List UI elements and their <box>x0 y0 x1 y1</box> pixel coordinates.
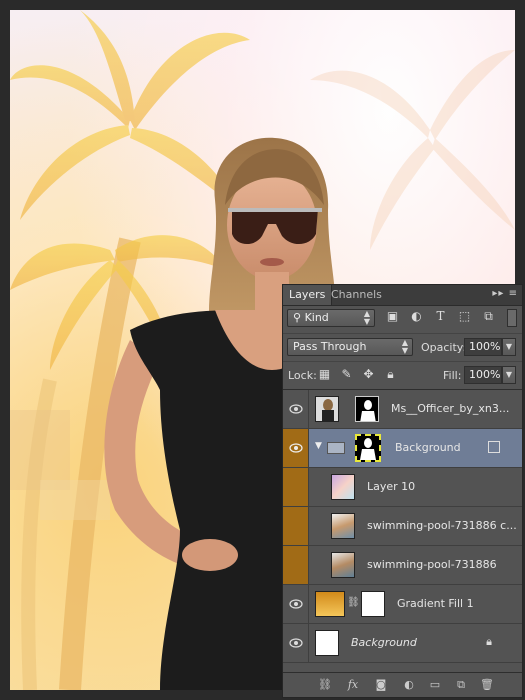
chevron-updown-icon: ▲ ▼ <box>401 338 408 355</box>
layer-thumbnail[interactable] <box>315 630 339 656</box>
layers-panel: Layers Channels ▸▸ ≡ ⚲ Kind ▲ ▼ ▣ ◐ T ⬚ ⧉… <box>282 284 523 698</box>
pixel-filter-icon[interactable]: ▣ <box>385 309 400 323</box>
layer-name: Gradient Fill 1 <box>397 597 474 610</box>
smartobject-filter-icon[interactable]: ⧉ <box>481 309 496 323</box>
link-layers-icon[interactable]: ⛓ <box>317 677 333 693</box>
add-mask-icon[interactable]: ◙ <box>373 677 389 693</box>
layer-thumbnail[interactable] <box>331 474 355 500</box>
new-layer-icon[interactable]: ⧉ <box>453 677 469 693</box>
lock-row: Lock: ▦ ✎ ✥ 🔒︎ Fill: 100% ▼ <box>283 361 522 388</box>
filter-toggle[interactable] <box>507 309 517 327</box>
fill-field[interactable]: 100% <box>464 366 502 384</box>
layer-row[interactable]: ⛓ Gradient Fill 1 <box>283 585 522 624</box>
layer-name: swimming-pool-731886 c... <box>367 519 517 532</box>
opacity-field[interactable]: 100% <box>464 338 502 356</box>
layer-row[interactable]: ▼ Background <box>283 429 522 468</box>
filter-kind-label: Kind <box>304 311 329 324</box>
layer-row[interactable]: swimming-pool-731886 <box>283 546 522 585</box>
layer-row[interactable]: Ms__Officer_by_xn3... <box>283 390 522 429</box>
visibility-toggle[interactable] <box>283 390 309 428</box>
disclosure-triangle-icon[interactable]: ▼ <box>315 441 322 451</box>
layer-name: Background <box>395 441 461 454</box>
eye-icon <box>289 443 303 453</box>
tab-channels[interactable]: Channels <box>325 285 388 305</box>
lock-pixels-icon[interactable]: ✎ <box>339 367 354 381</box>
panel-tab-bar: Layers Channels ▸▸ ≡ <box>283 285 522 306</box>
layer-name: Layer 10 <box>367 480 416 493</box>
layer-thumbnail[interactable] <box>331 552 355 578</box>
eye-icon <box>289 638 303 648</box>
blend-row: Pass Through ▲ ▼ Opacity: 100% ▼ <box>283 333 522 360</box>
smart-object-icon <box>488 441 500 453</box>
layer-mask-thumbnail[interactable] <box>355 434 381 462</box>
adjustment-layer-icon[interactable]: ◐ <box>401 677 417 693</box>
link-icon: ⛓ <box>347 597 360 608</box>
folder-icon <box>327 442 345 454</box>
layer-name: swimming-pool-731886 <box>367 558 497 571</box>
blend-mode-dropdown[interactable]: Pass Through ▲ ▼ <box>287 338 413 356</box>
chevron-updown-icon: ▲ ▼ <box>363 309 370 326</box>
eye-icon <box>289 404 303 414</box>
layer-row[interactable]: Layer 10 <box>283 468 522 507</box>
filter-row: ⚲ Kind ▲ ▼ ▣ ◐ T ⬚ ⧉ <box>283 305 522 331</box>
filter-kind-dropdown[interactable]: ⚲ Kind ▲ ▼ <box>287 309 375 327</box>
layer-thumbnail[interactable] <box>315 396 339 422</box>
lock-icon: 🔒︎ <box>486 635 492 648</box>
lock-transparent-icon[interactable]: ▦ <box>317 367 332 381</box>
gradient-fill-thumbnail[interactable] <box>315 591 345 617</box>
visibility-toggle[interactable] <box>283 429 309 467</box>
opacity-chevron-down-icon[interactable]: ▼ <box>502 338 516 356</box>
search-icon: ⚲ <box>293 311 305 324</box>
layer-list: Ms__Officer_by_xn3... ▼ Background Layer… <box>283 389 522 674</box>
visibility-toggle <box>283 546 309 584</box>
layer-row[interactable]: Background 🔒︎ <box>283 624 522 663</box>
panel-footer: ⛓ fx ◙ ◐ ▭ ⧉ 🗑︎ <box>283 672 522 697</box>
layer-thumbnail[interactable] <box>331 513 355 539</box>
new-group-icon[interactable]: ▭ <box>427 677 443 693</box>
visibility-toggle[interactable] <box>283 585 309 623</box>
opacity-label: Opacity: <box>421 341 467 354</box>
layer-name: Ms__Officer_by_xn3... <box>391 402 510 415</box>
lock-position-icon[interactable]: ✥ <box>361 367 376 381</box>
fill-label: Fill: <box>443 369 462 382</box>
visibility-toggle[interactable] <box>283 624 309 662</box>
adjustment-filter-icon[interactable]: ◐ <box>409 309 424 323</box>
blend-mode-value: Pass Through <box>293 340 367 353</box>
fill-chevron-down-icon[interactable]: ▼ <box>502 366 516 384</box>
fx-icon[interactable]: fx <box>345 677 361 693</box>
shape-filter-icon[interactable]: ⬚ <box>457 309 472 323</box>
visibility-toggle <box>283 507 309 545</box>
delete-icon[interactable]: 🗑︎ <box>479 677 495 693</box>
visibility-toggle <box>283 468 309 506</box>
layer-mask-thumbnail[interactable] <box>361 591 385 617</box>
type-filter-icon[interactable]: T <box>433 309 448 323</box>
lock-all-icon[interactable]: 🔒︎ <box>383 367 398 381</box>
eye-icon <box>289 599 303 609</box>
layer-mask-thumbnail[interactable] <box>355 396 379 422</box>
lock-label: Lock: <box>288 369 317 382</box>
layer-row[interactable]: swimming-pool-731886 c... <box>283 507 522 546</box>
layer-name: Background <box>351 636 417 649</box>
panel-menu-icon[interactable]: ▸▸ ≡ <box>492 288 518 299</box>
